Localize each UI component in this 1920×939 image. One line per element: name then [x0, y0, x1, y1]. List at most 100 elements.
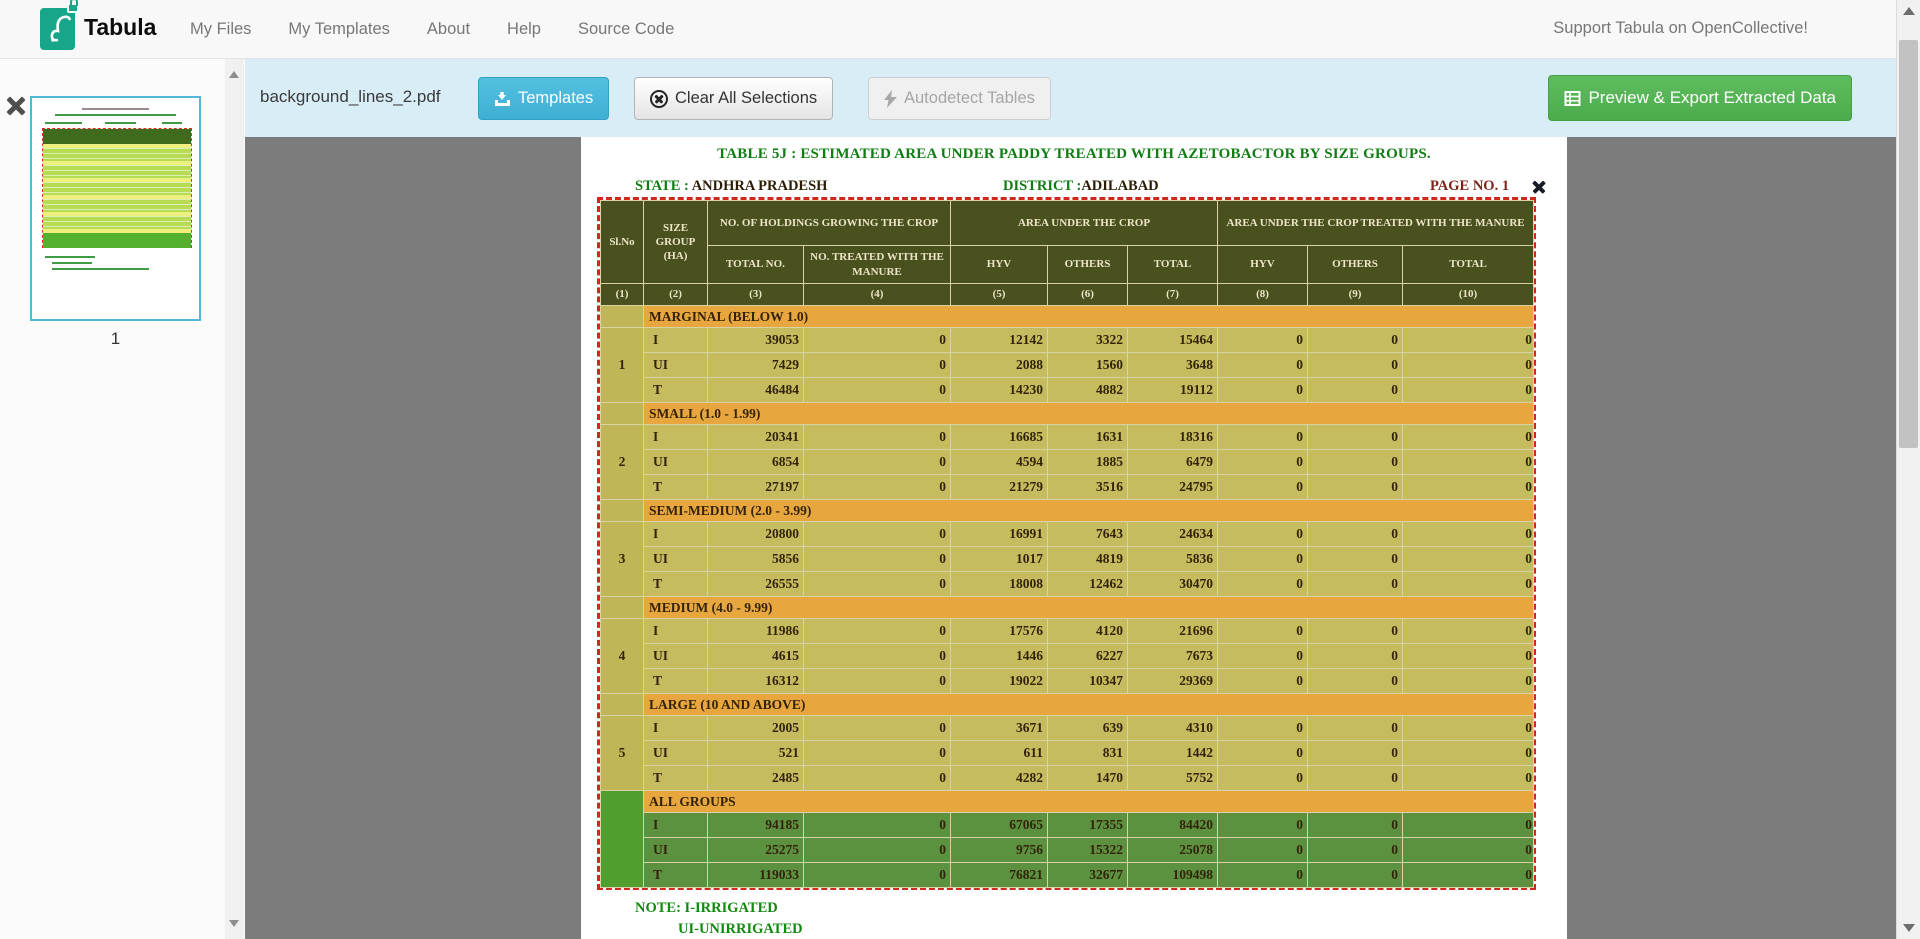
table-cell: 0 [804, 378, 951, 403]
scroll-up-icon[interactable] [229, 71, 239, 78]
table-cell: 3648 [1128, 353, 1218, 378]
column-subheader: NO. TREATED WITH THE MANURE [804, 246, 951, 284]
tabula-logo-icon[interactable] [40, 8, 75, 50]
table-cell: 0 [804, 547, 951, 572]
table-cell: 0 [804, 741, 951, 766]
table-cell: 0 [1403, 522, 1534, 547]
preview-export-button[interactable]: Preview & Export Extracted Data [1548, 75, 1852, 121]
table-cell: 0 [1308, 328, 1403, 353]
table-cell: 67065 [951, 813, 1048, 838]
table-cell: 0 [1218, 716, 1308, 741]
lock-icon [67, 3, 79, 13]
scroll-down-icon[interactable] [229, 920, 239, 927]
table-cell: 24634 [1128, 522, 1218, 547]
remove-selection-icon[interactable] [1531, 179, 1546, 194]
nav-link-source-code[interactable]: Source Code [578, 20, 674, 38]
table-cell: 0 [804, 716, 951, 741]
table-cell: 0 [1403, 813, 1534, 838]
table-cell: 0 [1308, 716, 1403, 741]
table-cell: 0 [804, 328, 951, 353]
table-cell: 0 [1308, 766, 1403, 791]
column-number: (2) [644, 284, 708, 306]
slno-value: 3 [601, 522, 644, 597]
table-cell: 7673 [1128, 644, 1218, 669]
size-group-cell: I [644, 328, 708, 353]
nav-link-help[interactable]: Help [507, 20, 541, 38]
thumb-note-line [52, 268, 149, 270]
size-group-cell: T [644, 572, 708, 597]
templates-button[interactable]: Templates [478, 77, 609, 120]
page-thumbnail[interactable] [30, 96, 201, 321]
slno-cell [601, 306, 644, 328]
thumb-meta-line [45, 122, 82, 124]
table-cell: 0 [1308, 522, 1403, 547]
table-cell: 831 [1048, 741, 1128, 766]
column-number: (9) [1308, 284, 1403, 306]
remove-page-icon[interactable] [5, 95, 27, 117]
table-cell: 0 [1403, 378, 1534, 403]
thumb-meta-line [105, 122, 135, 124]
nav-link-about[interactable]: About [427, 20, 470, 38]
table-cell: 0 [1403, 547, 1534, 572]
support-link[interactable]: Support Tabula on OpenCollective! [1553, 19, 1808, 38]
scrollbar-thumb[interactable] [1899, 40, 1918, 448]
table-cell: 3322 [1048, 328, 1128, 353]
size-group-cell: UI [644, 644, 708, 669]
table-cell: 1446 [951, 644, 1048, 669]
table-cell: 0 [1308, 572, 1403, 597]
table-cell: 0 [804, 644, 951, 669]
table-cell: 0 [1218, 572, 1308, 597]
table-cell: 0 [1403, 716, 1534, 741]
table-cell: 1560 [1048, 353, 1128, 378]
pdf-page[interactable]: TABLE 5J : ESTIMATED AREA UNDER PADDY TR… [581, 137, 1567, 939]
table-cell: 16991 [951, 522, 1048, 547]
slno-value: 1 [601, 328, 644, 403]
page-no-label: PAGE NO. 1 [1430, 178, 1509, 195]
table-cell: 17355 [1048, 813, 1128, 838]
table-cell: 0 [1218, 378, 1308, 403]
thumb-subtitle-line [55, 114, 175, 116]
size-group-cell: I [644, 619, 708, 644]
table-cell: 10347 [1048, 669, 1128, 694]
table-cell: 0 [1308, 813, 1403, 838]
table-cell: 94185 [708, 813, 804, 838]
thumbnail-page-number: 1 [30, 329, 201, 349]
table-cell: 0 [1308, 378, 1403, 403]
district-value: ADILABAD [1081, 178, 1158, 194]
table-cell: 15322 [1048, 838, 1128, 863]
table-icon [1564, 90, 1581, 107]
size-group-cell: T [644, 475, 708, 500]
column-number: (10) [1403, 284, 1534, 306]
group-band: SMALL (1.0 - 1.99) [644, 403, 1534, 425]
size-group-cell: I [644, 813, 708, 838]
column-subheader: OTHERS [1308, 246, 1403, 284]
size-group-cell: T [644, 378, 708, 403]
window-scrollbar[interactable] [1896, 0, 1920, 939]
sidebar-scrollbar[interactable] [225, 59, 244, 939]
scroll-up-icon[interactable] [1903, 7, 1915, 15]
slno-cell [601, 597, 644, 619]
column-number: (1) [601, 284, 644, 306]
table-cell: 0 [1308, 353, 1403, 378]
table-cell: 1442 [1128, 741, 1218, 766]
table-cell: 0 [804, 838, 951, 863]
table-cell: 2088 [951, 353, 1048, 378]
table-cell: 0 [1403, 619, 1534, 644]
clear-all-selections-button[interactable]: Clear All Selections [634, 77, 833, 120]
table-cell: 0 [1218, 644, 1308, 669]
size-group-cell: T [644, 863, 708, 888]
table-cell: 26555 [708, 572, 804, 597]
table-cell: 3516 [1048, 475, 1128, 500]
table-cell: 14230 [951, 378, 1048, 403]
group-band: LARGE (10 AND ABOVE) [644, 694, 1534, 716]
size-group-cell: UI [644, 838, 708, 863]
table-cell: 19022 [951, 669, 1048, 694]
nav-link-my-files[interactable]: My Files [190, 20, 251, 38]
table-cell: 0 [1403, 572, 1534, 597]
autodetect-tables-button-disabled[interactable]: Autodetect Tables [868, 77, 1051, 120]
table-cell: 12142 [951, 328, 1048, 353]
scroll-down-icon[interactable] [1903, 924, 1915, 932]
table-cell: 0 [1308, 475, 1403, 500]
table-cell: 76821 [951, 863, 1048, 888]
nav-link-my-templates[interactable]: My Templates [288, 20, 389, 38]
